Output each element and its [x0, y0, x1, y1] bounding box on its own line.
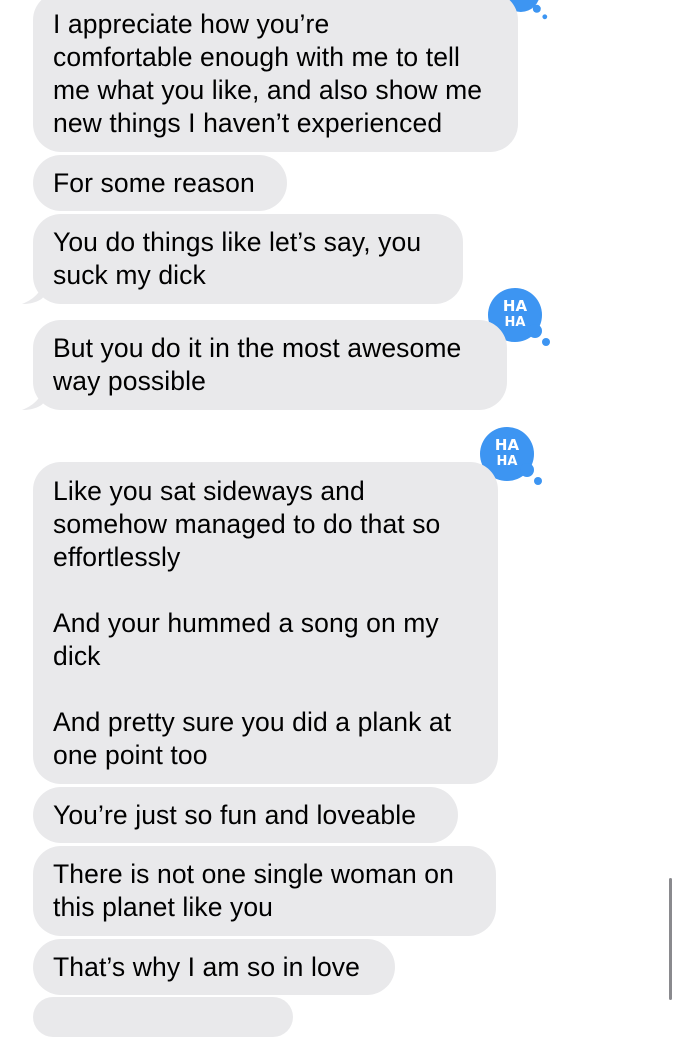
- bubble-tail: [22, 282, 44, 304]
- incoming-message-bubble[interactable]: That’s why I am so in love: [33, 939, 395, 995]
- bubble-tail: [22, 388, 44, 410]
- reaction-label: HA: [503, 297, 528, 315]
- message-thread[interactable]: I appreciate how you’re comfortable enou…: [0, 0, 678, 1037]
- incoming-message-bubble[interactable]: Like you sat sideways and somehow manage…: [33, 462, 498, 784]
- reaction-label: HA: [505, 315, 526, 330]
- incoming-message-bubble[interactable]: For some reason: [33, 155, 287, 211]
- scrollbar[interactable]: [669, 878, 672, 1000]
- incoming-message-bubble[interactable]: I appreciate how you’re comfortable enou…: [33, 0, 518, 152]
- reaction-label: HA: [497, 454, 518, 469]
- incoming-message-bubble[interactable]: There is not one single woman on this pl…: [33, 846, 496, 936]
- incoming-message-bubble[interactable]: [33, 997, 293, 1037]
- incoming-message-bubble[interactable]: You do things like let’s say, you suck m…: [33, 214, 463, 304]
- reaction-label: HA: [495, 436, 520, 454]
- incoming-message-bubble[interactable]: But you do it in the most awesome way po…: [33, 320, 507, 410]
- incoming-message-bubble[interactable]: You’re just so fun and loveable: [33, 787, 458, 843]
